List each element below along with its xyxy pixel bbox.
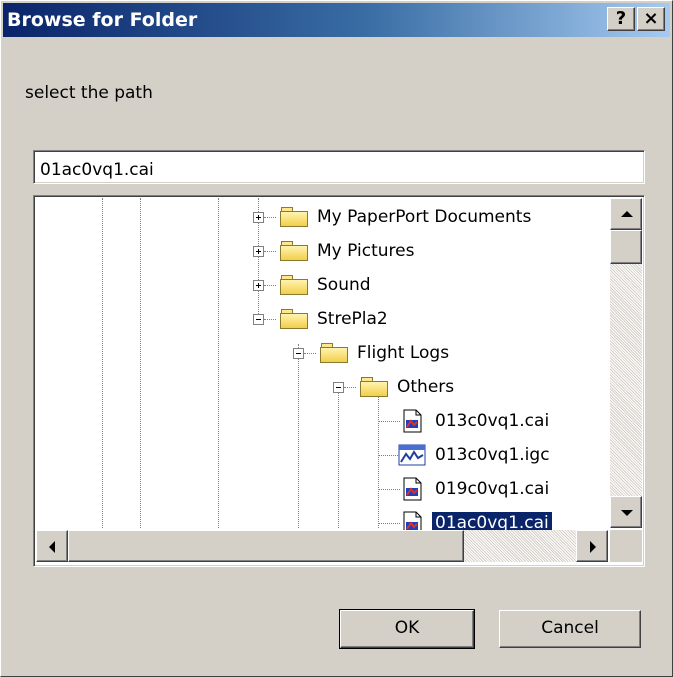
- arrow-up-icon: [621, 211, 633, 217]
- horizontal-scroll-thumb[interactable]: [68, 530, 464, 562]
- tree-guide-line: [338, 382, 339, 528]
- tree-item-others[interactable]: Others: [394, 376, 457, 398]
- folder-icon: [280, 207, 308, 227]
- tree-item-file[interactable]: 013c0vq1.igc: [432, 444, 553, 466]
- collapse-toggle[interactable]: [253, 314, 264, 325]
- igc-file-icon: [398, 444, 426, 466]
- scrollbar-corner: [610, 530, 642, 562]
- tree-item-sound[interactable]: Sound: [314, 274, 374, 296]
- horizontal-scrollbar[interactable]: [36, 530, 608, 562]
- scroll-up-button[interactable]: [610, 198, 642, 230]
- cancel-button[interactable]: Cancel: [499, 610, 641, 648]
- arrow-right-icon: [590, 541, 596, 553]
- vertical-scrollbar[interactable]: [610, 198, 642, 528]
- expand-toggle[interactable]: [253, 280, 264, 291]
- tree-item-flight-logs[interactable]: Flight Logs: [354, 342, 452, 364]
- dialog-title: Browse for Folder: [7, 9, 198, 31]
- help-button[interactable]: ?: [607, 7, 635, 31]
- ok-button[interactable]: OK: [339, 609, 475, 649]
- tree-guide-line: [378, 396, 379, 528]
- folder-icon: [320, 343, 348, 363]
- tree-guide-line: [298, 344, 299, 528]
- title-bar[interactable]: Browse for Folder ? ×: [3, 3, 670, 37]
- tree-guide-line: [140, 198, 141, 528]
- folder-icon: [280, 275, 308, 295]
- cai-file-icon: [403, 477, 422, 501]
- browse-for-folder-dialog: Browse for Folder ? × select the path My…: [0, 0, 673, 677]
- tree-item-strepla2[interactable]: StrePla2: [314, 308, 391, 330]
- collapse-toggle[interactable]: [293, 348, 304, 359]
- tree-guide-line: [102, 198, 103, 528]
- vertical-scroll-thumb[interactable]: [610, 230, 642, 264]
- collapse-toggle[interactable]: [333, 382, 344, 393]
- folder-icon: [280, 241, 308, 261]
- tree-item-file[interactable]: 013c0vq1.cai: [432, 410, 552, 432]
- folder-icon: [280, 309, 308, 329]
- tree-item-file[interactable]: 019c0vq1.cai: [432, 478, 552, 500]
- expand-toggle[interactable]: [253, 212, 264, 223]
- folder-tree[interactable]: My PaperPort Documents My Pictures Sound…: [33, 195, 645, 567]
- folder-icon: [360, 377, 388, 397]
- tree-item-my-paperport-documents[interactable]: My PaperPort Documents: [314, 206, 534, 228]
- scroll-right-button[interactable]: [576, 530, 608, 562]
- tree-item-my-pictures[interactable]: My Pictures: [314, 240, 417, 262]
- path-input[interactable]: [33, 150, 645, 184]
- cai-file-icon: [403, 409, 422, 433]
- arrow-left-icon: [49, 541, 55, 553]
- scroll-left-button[interactable]: [36, 530, 68, 562]
- tree-guide-line: [218, 198, 219, 528]
- scroll-down-button[interactable]: [610, 496, 642, 528]
- prompt-text: select the path: [25, 83, 153, 103]
- close-button[interactable]: ×: [637, 7, 665, 31]
- arrow-down-icon: [621, 510, 633, 516]
- expand-toggle[interactable]: [253, 246, 264, 257]
